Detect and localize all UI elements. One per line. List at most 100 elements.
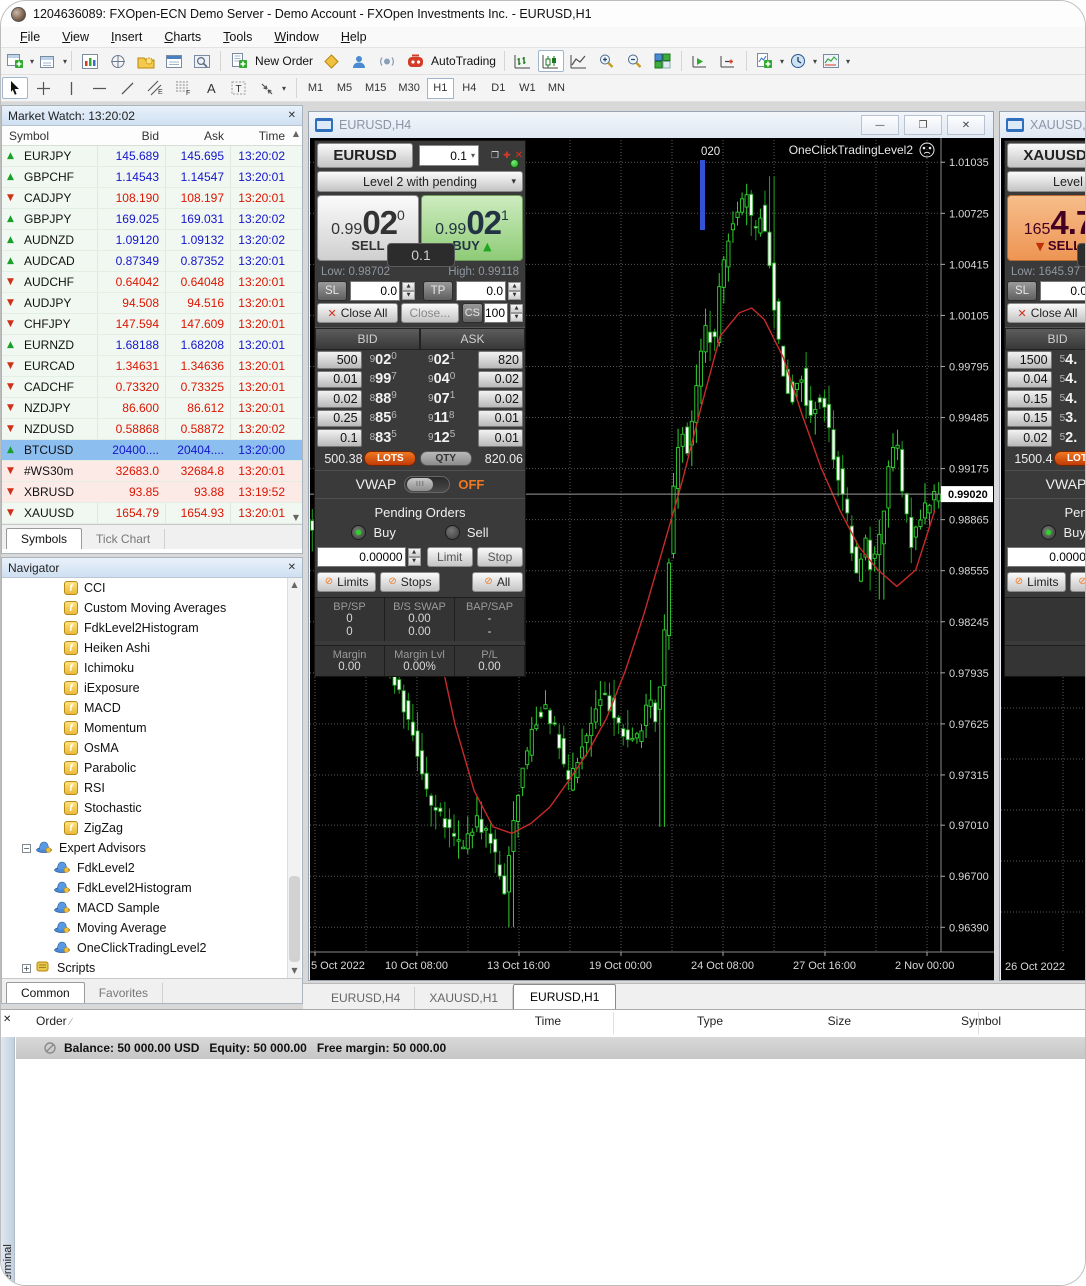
timeframe-m5[interactable]: M5 <box>331 78 358 99</box>
market-watch-row-NZDUSD[interactable]: ▼NZDUSD0.588680.5887213:20:02 <box>2 419 302 440</box>
col-symbol[interactable]: Symbol <box>2 126 97 145</box>
market-watch-row-XBRUSD[interactable]: ▼XBRUSD93.8593.8813:19:52 <box>2 482 302 503</box>
market-watch-row-CHFJPY[interactable]: ▼CHFJPY147.594147.60913:20:01 <box>2 314 302 335</box>
ask-price[interactable]: 9118 <box>420 409 478 429</box>
market-watch-row-CADJPY[interactable]: ▼CADJPY108.190108.19713:20:01 <box>2 188 302 209</box>
chart-tab-xauusd-h1[interactable]: XAUUSD,H1 <box>415 987 513 1009</box>
menu-item-insert[interactable]: Insert <box>100 28 153 46</box>
equidistant-channel-tool[interactable]: E <box>142 77 168 99</box>
market-watch-row-EURCAD[interactable]: ▼EURCAD1.346311.3463613:20:01 <box>2 356 302 377</box>
chart-tab-eurusd-h1[interactable]: EURUSD,H1 <box>513 984 616 1009</box>
navigator-item-heiken-ashi[interactable]: fHeiken Ashi <box>2 638 302 658</box>
arrows-tool[interactable] <box>254 77 280 99</box>
pending-price-input[interactable]: 0.00000 <box>317 547 406 567</box>
market-watch-row-WS30m[interactable]: ▼#WS30m32683.032684.813:20:01 <box>2 461 302 482</box>
fibonacci-tool[interactable]: F <box>170 77 196 99</box>
bid-volume[interactable]: 0.02 <box>1007 429 1052 447</box>
profiles-caret[interactable]: ▾ <box>63 57 67 66</box>
navigator-item-expert-advisors[interactable]: −Expert Advisors <box>2 838 302 858</box>
navigator-item-oneclicktradinglevel2[interactable]: OneClickTradingLevel2 <box>2 938 302 958</box>
minimize-button[interactable]: — <box>861 115 899 135</box>
autotrading-label[interactable]: AutoTrading <box>431 54 496 68</box>
lot-size-tab[interactable]: 0.1 <box>1077 243 1086 267</box>
market-watch-button[interactable] <box>77 50 103 72</box>
bid-price[interactable]: 54. <box>1052 370 1086 390</box>
col-time[interactable]: Time <box>230 126 288 145</box>
templates-button[interactable] <box>818 50 844 72</box>
cs-input[interactable]: 100 <box>484 303 508 323</box>
horizontal-line-tool[interactable] <box>86 77 112 99</box>
trendline-tool[interactable] <box>114 77 140 99</box>
sell-button[interactable]: 1654.7▼ SELL <box>1007 195 1086 261</box>
navigator-button[interactable] <box>133 50 159 72</box>
navigator-item-rsi[interactable]: fRSI <box>2 778 302 798</box>
tp-spinner[interactable]: ▲▼ <box>508 282 521 300</box>
crosshair-tool[interactable] <box>30 77 56 99</box>
sl-input[interactable]: 0.0 <box>1040 281 1086 301</box>
cs-button[interactable]: CS <box>462 303 483 323</box>
indicators-button[interactable] <box>752 50 778 72</box>
bid-price[interactable]: 8997 <box>362 370 420 390</box>
menu-item-help[interactable]: Help <box>330 28 378 46</box>
navigator-item-scripts[interactable]: +Scripts <box>2 958 302 978</box>
navigator-item-macd[interactable]: fMACD <box>2 698 302 718</box>
ask-volume[interactable]: 0.01 <box>478 429 523 447</box>
navigator-item-moving-average[interactable]: Moving Average <box>2 918 302 938</box>
ask-price[interactable]: 9071 <box>420 389 478 409</box>
strategy-tester-button[interactable] <box>189 50 215 72</box>
bid-price[interactable]: 8856 <box>362 409 420 429</box>
sl-button[interactable]: SL <box>317 281 347 301</box>
tab-symbols[interactable]: Symbols <box>6 528 82 549</box>
timeframe-m15[interactable]: M15 <box>360 78 391 99</box>
col-size[interactable]: Size <box>751 1014 851 1034</box>
cs-spinner[interactable]: ▲▼ <box>510 304 523 322</box>
navigator-item-osma[interactable]: fOsMA <box>2 738 302 758</box>
bid-volume[interactable]: 0.15 <box>1007 390 1052 408</box>
bid-volume[interactable]: 0.04 <box>1007 371 1052 389</box>
text-label-tool[interactable]: T <box>226 77 252 99</box>
menu-item-file[interactable]: File <box>9 28 51 46</box>
periods-caret[interactable]: ▾ <box>813 57 817 66</box>
qty-button[interactable]: QTY <box>420 451 472 466</box>
indicators-caret[interactable]: ▾ <box>780 57 784 66</box>
bid-volume[interactable]: 500 <box>317 351 362 369</box>
buy-radio[interactable]: Buy <box>1041 525 1085 540</box>
symbol-button[interactable]: EURUSD <box>317 143 413 168</box>
balance-row[interactable]: Balance: 50 000.00 USD Equity: 50 000.00… <box>16 1037 1086 1059</box>
bid-volume[interactable]: 0.01 <box>317 371 362 389</box>
bid-price[interactable]: 53. <box>1052 409 1086 429</box>
bid-price[interactable]: 8889 <box>362 389 420 409</box>
tp-button[interactable]: TP <box>423 281 453 301</box>
restore-icon[interactable]: ❐ <box>491 151 499 161</box>
chart-shift-button[interactable] <box>715 50 741 72</box>
lot-size-input[interactable]: 0.1▾ <box>419 145 479 166</box>
close-button[interactable]: ✕ <box>947 115 985 135</box>
pin-icon[interactable]: ✚ <box>503 151 511 161</box>
bid-price[interactable]: 54. <box>1052 389 1086 409</box>
mode-dropdown[interactable]: Level 2 with pending▾ <box>1007 171 1086 192</box>
bid-volume[interactable]: 0.25 <box>317 410 362 428</box>
col-order[interactable]: Order ∕ <box>36 1014 72 1034</box>
restore-button[interactable]: ❐ <box>904 115 942 135</box>
bid-volume[interactable]: 0.1 <box>317 429 362 447</box>
navigator-item-momentum[interactable]: fMomentum <box>2 718 302 738</box>
navigator-item-custom-moving-averages[interactable]: fCustom Moving Averages <box>2 598 302 618</box>
timeframe-w1[interactable]: W1 <box>514 78 541 99</box>
chart-window-titlebar[interactable]: XAUUSD,H1 <box>1000 112 1086 138</box>
bid-price[interactable]: 52. <box>1052 428 1086 448</box>
col-symbol[interactable]: Symbol <box>901 1014 1001 1034</box>
symbol-button[interactable]: XAUUSD <box>1007 143 1086 168</box>
menu-item-window[interactable]: Window <box>263 28 329 46</box>
market-watch-row-EURJPY[interactable]: ▲EURJPY145.689145.69513:20:02 <box>2 146 302 167</box>
line-chart-button[interactable] <box>566 50 592 72</box>
timeframe-m30[interactable]: M30 <box>393 78 424 99</box>
market-watch-row-EURNZD[interactable]: ▲EURNZD1.681881.6820813:20:01 <box>2 335 302 356</box>
market-watch-row-AUDCAD[interactable]: ▲AUDCAD0.873490.8735213:20:01 <box>2 251 302 272</box>
lots-button[interactable]: LOTS <box>364 451 416 466</box>
collapse-icon[interactable]: − <box>22 844 31 853</box>
tab-common[interactable]: Common <box>6 982 85 1003</box>
bid-price[interactable]: 8835 <box>362 428 420 448</box>
menu-item-charts[interactable]: Charts <box>153 28 212 46</box>
arrows-caret[interactable]: ▾ <box>282 84 286 93</box>
navigator-item-cci[interactable]: fCCI <box>2 578 302 598</box>
